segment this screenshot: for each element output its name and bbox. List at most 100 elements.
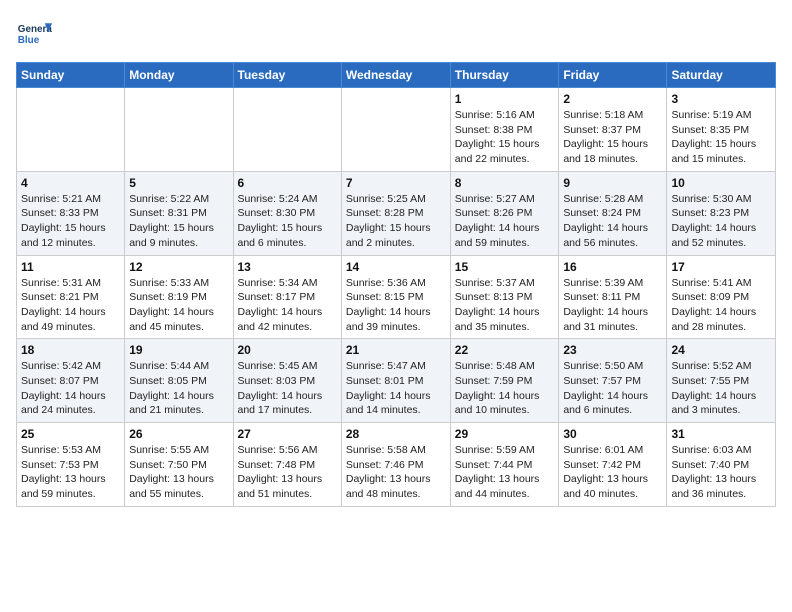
day-info: Sunrise: 5:25 AM Sunset: 8:28 PM Dayligh… [346, 192, 446, 251]
day-number: 13 [238, 260, 337, 274]
calendar-cell: 1 Sunrise: 5:16 AM Sunset: 8:38 PM Daylig… [450, 88, 559, 172]
calendar-cell: 8 Sunrise: 5:27 AM Sunset: 8:26 PM Daylig… [450, 171, 559, 255]
calendar-cell [233, 88, 341, 172]
logo-icon: General Blue [16, 16, 52, 52]
calendar-cell: 15 Sunrise: 5:37 AM Sunset: 8:13 PM Dayli… [450, 255, 559, 339]
day-number: 1 [455, 92, 555, 106]
day-info: Sunrise: 5:27 AM Sunset: 8:26 PM Dayligh… [455, 192, 555, 251]
day-info: Sunrise: 6:03 AM Sunset: 7:40 PM Dayligh… [671, 443, 771, 502]
day-number: 15 [455, 260, 555, 274]
day-info: Sunrise: 5:21 AM Sunset: 8:33 PM Dayligh… [21, 192, 120, 251]
day-info: Sunrise: 5:28 AM Sunset: 8:24 PM Dayligh… [563, 192, 662, 251]
day-number: 20 [238, 343, 337, 357]
day-info: Sunrise: 5:50 AM Sunset: 7:57 PM Dayligh… [563, 359, 662, 418]
day-info: Sunrise: 5:41 AM Sunset: 8:09 PM Dayligh… [671, 276, 771, 335]
calendar-cell: 29 Sunrise: 5:59 AM Sunset: 7:44 PM Dayli… [450, 423, 559, 507]
day-number: 25 [21, 427, 120, 441]
calendar-cell: 18Sunrise: 5:42 AM Sunset: 8:07 PM Dayli… [17, 339, 125, 423]
day-number: 7 [346, 176, 446, 190]
day-number: 10 [671, 176, 771, 190]
day-header-thursday: Thursday [450, 63, 559, 88]
day-number: 8 [455, 176, 555, 190]
calendar-cell [341, 88, 450, 172]
day-number: 30 [563, 427, 662, 441]
calendar-cell: 7 Sunrise: 5:25 AM Sunset: 8:28 PM Daylig… [341, 171, 450, 255]
day-info: Sunrise: 5:30 AM Sunset: 8:23 PM Dayligh… [671, 192, 771, 251]
day-info: Sunrise: 5:33 AM Sunset: 8:19 PM Dayligh… [129, 276, 228, 335]
day-number: 28 [346, 427, 446, 441]
day-header-monday: Monday [125, 63, 233, 88]
day-info: Sunrise: 5:47 AM Sunset: 8:01 PM Dayligh… [346, 359, 446, 418]
day-info: Sunrise: 5:48 AM Sunset: 7:59 PM Dayligh… [455, 359, 555, 418]
calendar-week-5: 25 Sunrise: 5:53 AM Sunset: 7:53 PM Dayli… [17, 423, 776, 507]
day-number: 31 [671, 427, 771, 441]
calendar-cell: 6Sunrise: 5:24 AM Sunset: 8:30 PM Daylig… [233, 171, 341, 255]
calendar-cell: 10 Sunrise: 5:30 AM Sunset: 8:23 PM Dayli… [667, 171, 776, 255]
day-number: 22 [455, 343, 555, 357]
day-header-wednesday: Wednesday [341, 63, 450, 88]
calendar-cell: 20 Sunrise: 5:45 AM Sunset: 8:03 PM Dayli… [233, 339, 341, 423]
day-number: 19 [129, 343, 228, 357]
day-number: 14 [346, 260, 446, 274]
day-number: 9 [563, 176, 662, 190]
day-number: 16 [563, 260, 662, 274]
day-info: Sunrise: 5:53 AM Sunset: 7:53 PM Dayligh… [21, 443, 120, 502]
day-number: 27 [238, 427, 337, 441]
day-number: 18 [21, 343, 120, 357]
calendar-cell [17, 88, 125, 172]
day-number: 6 [238, 176, 337, 190]
calendar-header-row: SundayMondayTuesdayWednesdayThursdayFrid… [17, 63, 776, 88]
day-info: Sunrise: 5:56 AM Sunset: 7:48 PM Dayligh… [238, 443, 337, 502]
calendar-cell: 21Sunrise: 5:47 AM Sunset: 8:01 PM Dayli… [341, 339, 450, 423]
day-info: Sunrise: 5:31 AM Sunset: 8:21 PM Dayligh… [21, 276, 120, 335]
calendar-week-1: 1 Sunrise: 5:16 AM Sunset: 8:38 PM Daylig… [17, 88, 776, 172]
calendar-cell: 3 Sunrise: 5:19 AM Sunset: 8:35 PM Daylig… [667, 88, 776, 172]
day-info: Sunrise: 5:22 AM Sunset: 8:31 PM Dayligh… [129, 192, 228, 251]
day-info: Sunrise: 5:19 AM Sunset: 8:35 PM Dayligh… [671, 108, 771, 167]
day-number: 4 [21, 176, 120, 190]
calendar-cell: 5 Sunrise: 5:22 AM Sunset: 8:31 PM Daylig… [125, 171, 233, 255]
day-info: Sunrise: 5:16 AM Sunset: 8:38 PM Dayligh… [455, 108, 555, 167]
calendar-cell: 11 Sunrise: 5:31 AM Sunset: 8:21 PM Dayli… [17, 255, 125, 339]
day-info: Sunrise: 5:18 AM Sunset: 8:37 PM Dayligh… [563, 108, 662, 167]
day-number: 17 [671, 260, 771, 274]
calendar-cell: 19 Sunrise: 5:44 AM Sunset: 8:05 PM Dayli… [125, 339, 233, 423]
calendar-cell [125, 88, 233, 172]
calendar-cell: 14 Sunrise: 5:36 AM Sunset: 8:15 PM Dayli… [341, 255, 450, 339]
day-info: Sunrise: 5:45 AM Sunset: 8:03 PM Dayligh… [238, 359, 337, 418]
calendar-cell: 16 Sunrise: 5:39 AM Sunset: 8:11 PM Dayli… [559, 255, 667, 339]
day-number: 23 [563, 343, 662, 357]
calendar-table: SundayMondayTuesdayWednesdayThursdayFrid… [16, 62, 776, 507]
day-number: 12 [129, 260, 228, 274]
calendar-week-2: 4 Sunrise: 5:21 AM Sunset: 8:33 PM Daylig… [17, 171, 776, 255]
day-info: Sunrise: 5:59 AM Sunset: 7:44 PM Dayligh… [455, 443, 555, 502]
calendar-cell: 9 Sunrise: 5:28 AM Sunset: 8:24 PM Daylig… [559, 171, 667, 255]
day-info: Sunrise: 5:34 AM Sunset: 8:17 PM Dayligh… [238, 276, 337, 335]
calendar-cell: 22 Sunrise: 5:48 AM Sunset: 7:59 PM Dayli… [450, 339, 559, 423]
day-number: 29 [455, 427, 555, 441]
day-info: Sunrise: 5:36 AM Sunset: 8:15 PM Dayligh… [346, 276, 446, 335]
calendar-cell: 25 Sunrise: 5:53 AM Sunset: 7:53 PM Dayli… [17, 423, 125, 507]
day-number: 3 [671, 92, 771, 106]
day-header-sunday: Sunday [17, 63, 125, 88]
svg-text:Blue: Blue [18, 35, 40, 46]
calendar-cell: 31 Sunrise: 6:03 AM Sunset: 7:40 PM Dayli… [667, 423, 776, 507]
day-number: 5 [129, 176, 228, 190]
calendar-cell: 4 Sunrise: 5:21 AM Sunset: 8:33 PM Daylig… [17, 171, 125, 255]
day-info: Sunrise: 5:39 AM Sunset: 8:11 PM Dayligh… [563, 276, 662, 335]
calendar-week-3: 11 Sunrise: 5:31 AM Sunset: 8:21 PM Dayli… [17, 255, 776, 339]
logo: General Blue [16, 16, 52, 52]
calendar-cell: 13 Sunrise: 5:34 AM Sunset: 8:17 PM Dayli… [233, 255, 341, 339]
day-info: Sunrise: 5:44 AM Sunset: 8:05 PM Dayligh… [129, 359, 228, 418]
day-number: 24 [671, 343, 771, 357]
calendar-cell: 28Sunrise: 5:58 AM Sunset: 7:46 PM Dayli… [341, 423, 450, 507]
calendar-cell: 26Sunrise: 5:55 AM Sunset: 7:50 PM Dayli… [125, 423, 233, 507]
calendar-cell: 17 Sunrise: 5:41 AM Sunset: 8:09 PM Dayli… [667, 255, 776, 339]
day-info: Sunrise: 5:37 AM Sunset: 8:13 PM Dayligh… [455, 276, 555, 335]
calendar-cell: 30 Sunrise: 6:01 AM Sunset: 7:42 PM Dayli… [559, 423, 667, 507]
day-number: 26 [129, 427, 228, 441]
day-header-saturday: Saturday [667, 63, 776, 88]
day-info: Sunrise: 6:01 AM Sunset: 7:42 PM Dayligh… [563, 443, 662, 502]
day-number: 11 [21, 260, 120, 274]
calendar-cell: 27 Sunrise: 5:56 AM Sunset: 7:48 PM Dayli… [233, 423, 341, 507]
